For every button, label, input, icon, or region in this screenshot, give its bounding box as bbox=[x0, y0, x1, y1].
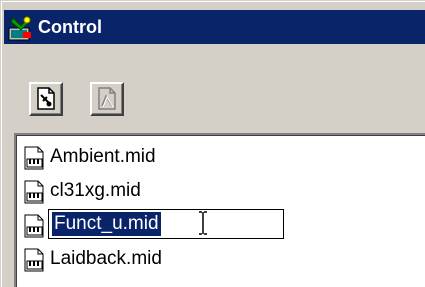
file-name: Laidback.mid bbox=[50, 248, 162, 269]
text-cursor-icon bbox=[197, 210, 209, 241]
midi-file-icon bbox=[24, 214, 46, 238]
window-frame-highlight bbox=[1, 1, 425, 2]
disabled-toolbar-button[interactable] bbox=[90, 82, 124, 116]
midi-file-icon bbox=[24, 180, 46, 204]
window-title: Control bbox=[38, 17, 102, 37]
selected-file-name: Funct_u.mid bbox=[52, 212, 161, 236]
control-panel-icon bbox=[7, 14, 35, 42]
list-item[interactable]: Ambient.mid bbox=[24, 144, 324, 170]
window-frame-left-highlight bbox=[1, 1, 2, 287]
properties-button[interactable] bbox=[29, 82, 63, 116]
file-name: Ambient.mid bbox=[50, 146, 156, 167]
rename-input[interactable]: Funct_u.mid bbox=[48, 209, 284, 239]
control-window: Control Ambient.mid cl31xg.mid Funct_u.m… bbox=[0, 0, 425, 287]
file-list[interactable]: Ambient.mid cl31xg.mid Funct_u.mid Laidb… bbox=[14, 133, 425, 287]
title-bar[interactable]: Control bbox=[4, 10, 425, 44]
midi-file-icon bbox=[24, 248, 46, 272]
midi-file-icon bbox=[24, 146, 46, 170]
file-name: cl31xg.mid bbox=[50, 180, 141, 201]
list-item-renaming[interactable]: Funct_u.mid bbox=[24, 209, 324, 239]
list-item[interactable]: Laidback.mid bbox=[24, 246, 324, 272]
list-item[interactable]: cl31xg.mid bbox=[24, 178, 324, 204]
